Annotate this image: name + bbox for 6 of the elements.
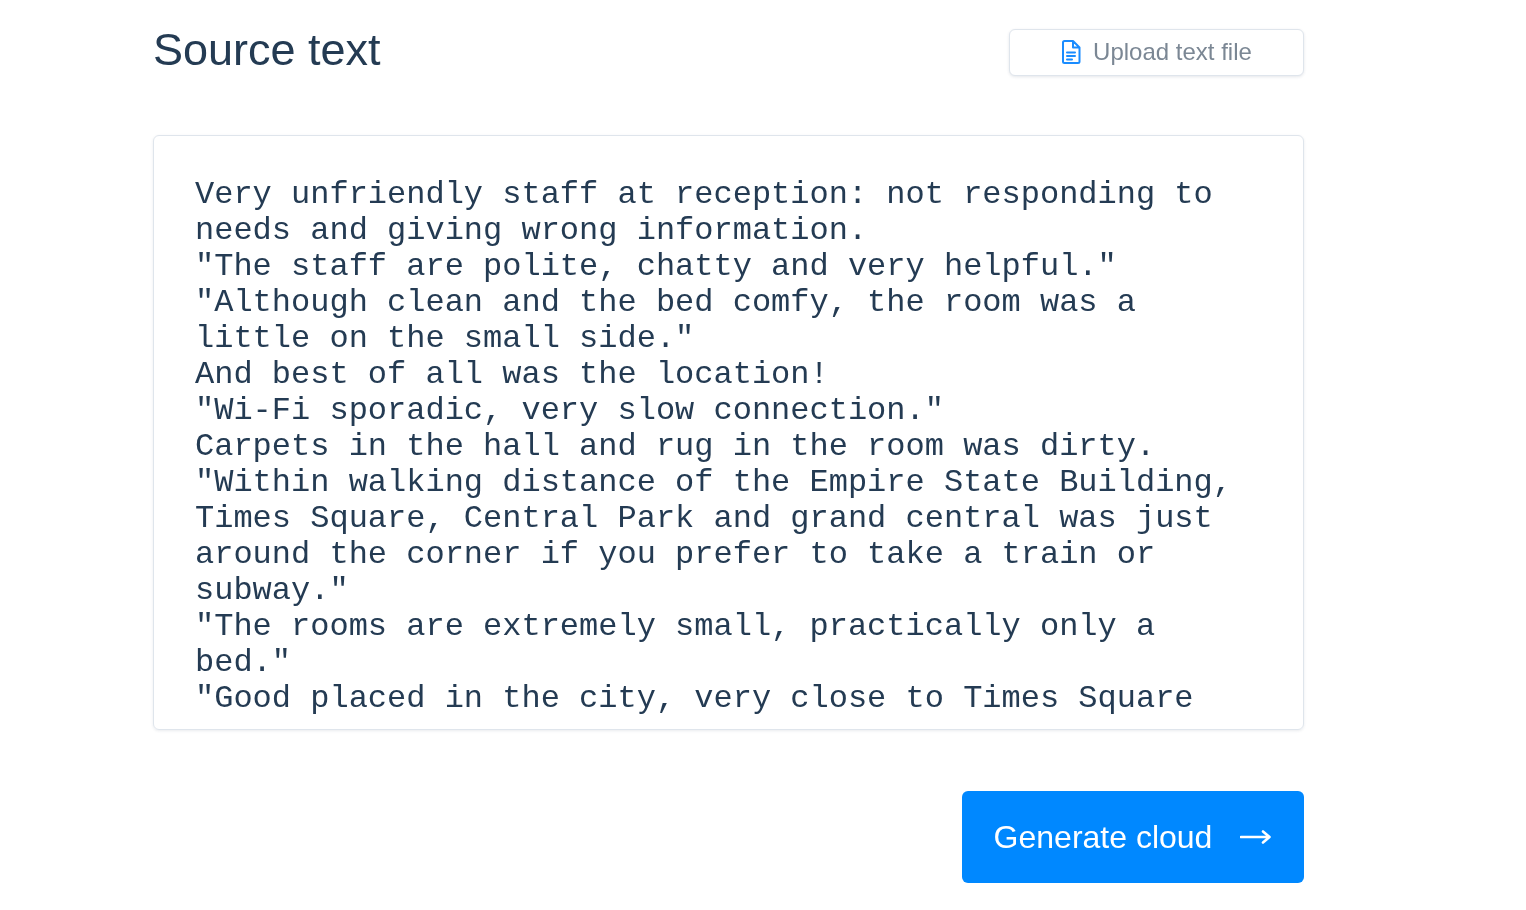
generate-cloud-button[interactable]: Generate cloud [962,791,1304,883]
section-title: Source text [153,23,381,77]
source-text-area[interactable]: Very unfriendly staff at reception: not responding to needs and giving wrong information. "The staff are polite, chatty and very helpful." "Although clean and the bed comfy, the room was a little on the small side." And best of all was the location! "Wi-Fi sporadic, very slow connection." Carpets in the hall and rug in the room was dirty. "Within walking distance of the Empire State Building, Times Square, Central Park and grand central was just around the corner if you prefer to take a train or subway." "The rooms are extremely small, practically only a bed." "Good placed in the city, very close to Times Square [153,135,1304,730]
upload-button[interactable]: Upload text file [1009,28,1304,76]
document-icon [1061,40,1082,64]
arrow-right-icon [1240,830,1273,844]
